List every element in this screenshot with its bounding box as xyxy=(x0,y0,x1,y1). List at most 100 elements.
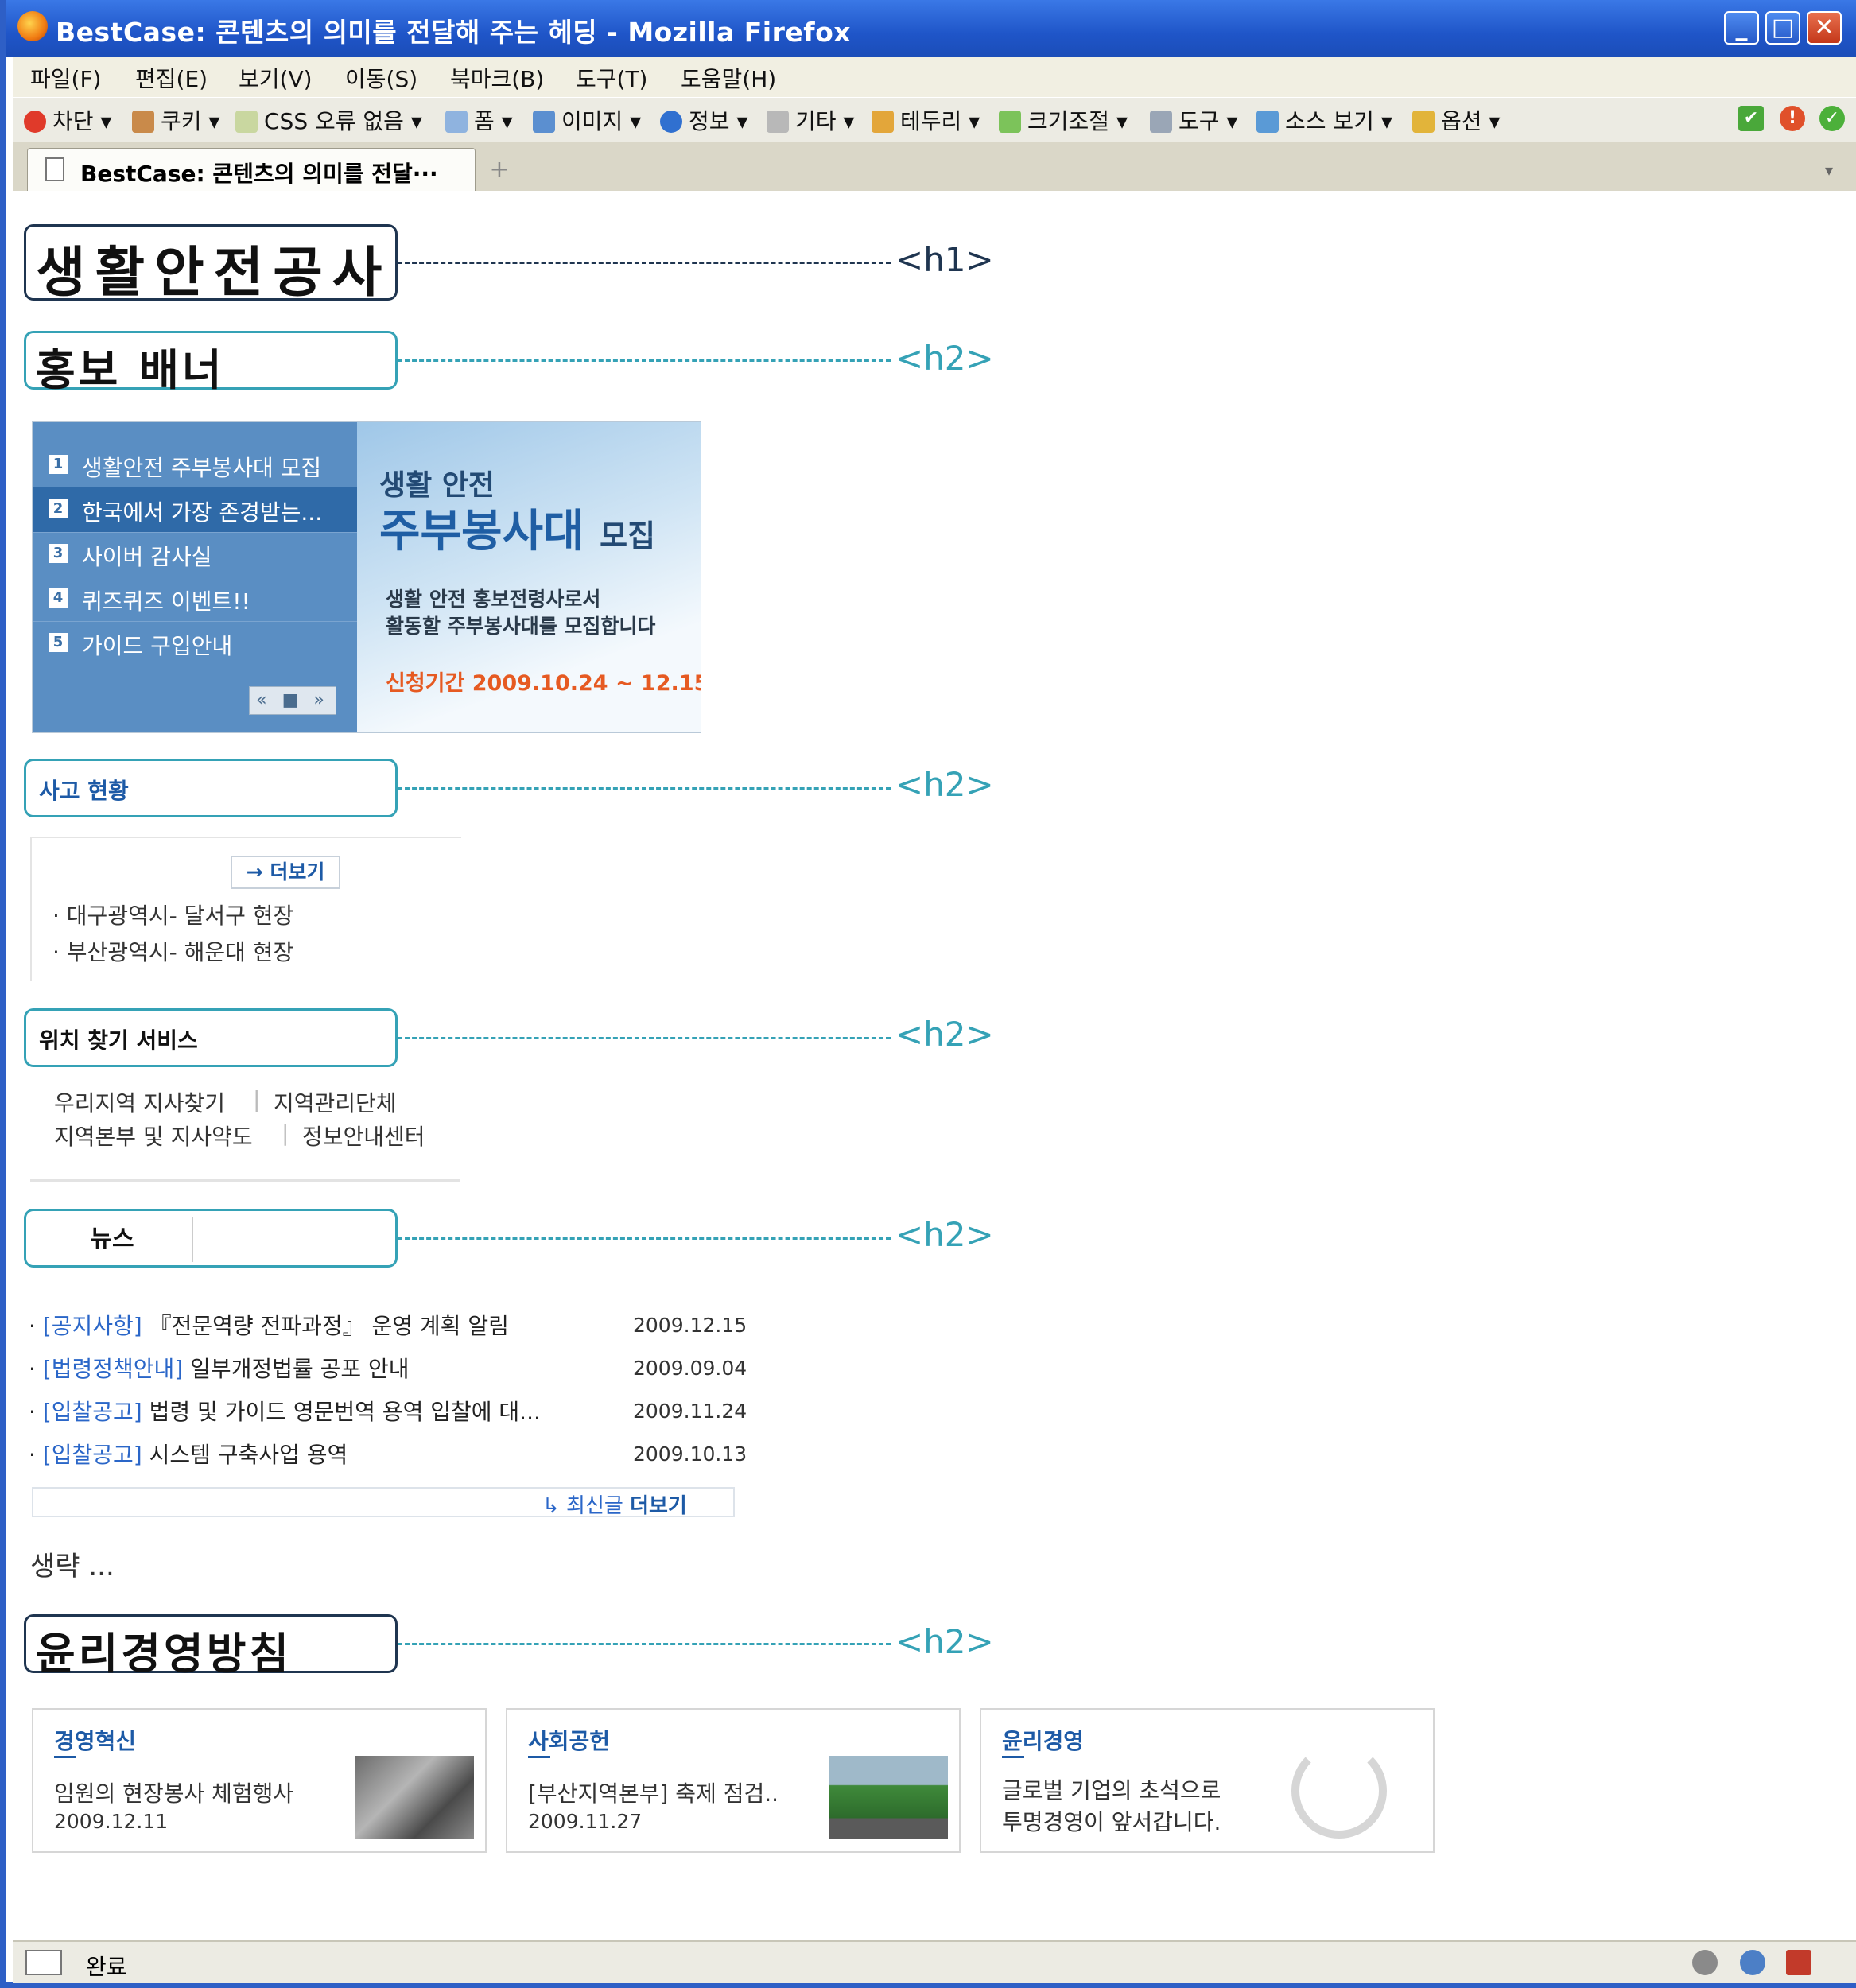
news-title: 시스템 구축사업 용역 xyxy=(149,1442,348,1468)
accident-item[interactable]: · 부산광역시- 해운대 현장 xyxy=(52,935,293,967)
card-text: [부산지역본부] 축제 점검.. xyxy=(528,1780,779,1807)
accident-more-button[interactable]: → 더보기 xyxy=(231,856,340,889)
news-date: 2009.09.04 xyxy=(633,1357,747,1380)
toolbar-resize[interactable]: 크기조절 ▾ xyxy=(999,104,1128,136)
news-date: 2009.10.13 xyxy=(633,1442,747,1466)
new-tab-button[interactable]: + xyxy=(480,153,518,188)
location-link-info-center[interactable]: 정보안내센터 xyxy=(302,1120,425,1151)
h2-box-ethics: 윤리경영방침 xyxy=(24,1614,398,1679)
news-title: 일부개정법률 공포 안내 xyxy=(190,1356,410,1382)
omitted-note: 생략 ... xyxy=(30,1551,115,1582)
minimize-icon: _ xyxy=(1735,14,1748,41)
toolbar-tools-label: 도구 ▾ xyxy=(1178,108,1238,134)
monitor-icon[interactable] xyxy=(1786,1950,1811,1975)
addon-icon[interactable] xyxy=(1692,1950,1718,1975)
accident-item[interactable]: · 대구광역시- 달서구 현장 xyxy=(52,899,293,930)
banner-item-number: 2 xyxy=(49,499,68,518)
ethics-card-social[interactable]: 사회공헌 [부산지역본부] 축제 점검.. 2009.11.27 xyxy=(506,1708,961,1853)
card-title: 윤리경영 xyxy=(1002,1728,1085,1754)
globe-icon[interactable] xyxy=(1740,1950,1765,1975)
toolbar-information[interactable]: 정보 ▾ xyxy=(660,104,747,136)
news-tab[interactable]: 뉴스 xyxy=(33,1217,193,1262)
tab-list-button[interactable]: ▾ xyxy=(1811,153,1846,188)
location-link-region[interactable]: 지역관리단체 xyxy=(274,1086,397,1118)
location-links: 우리지역 지사찾기 | 지역관리단체 지역본부 및 지사약도 | 정보안내센터 xyxy=(30,1080,460,1182)
minimize-button[interactable]: _ xyxy=(1724,11,1759,45)
news-item[interactable]: · [입찰공고] 법령 및 가이드 영문번역 용역 입찰에 대... xyxy=(29,1395,541,1427)
toolbar-options-label: 옵션 ▾ xyxy=(1441,108,1501,134)
menu-go[interactable]: 이동(S) xyxy=(345,62,417,94)
check-icon[interactable]: ✔ xyxy=(1738,106,1764,131)
banner-visual[interactable]: 생활 안전 주부봉사대 모집 생활 안전 홍보전령사로서 활동할 주부봉사대를 모… xyxy=(357,422,701,732)
error-icon[interactable]: ! xyxy=(1780,106,1805,131)
toolbar-options[interactable]: 옵션 ▾ xyxy=(1412,104,1500,136)
ethics-card-ethics[interactable]: 윤리경영 글로벌 기업의 초석으로 투명경영이 앞서갑니다. xyxy=(980,1708,1435,1853)
menu-help[interactable]: 도움말(H) xyxy=(681,62,776,94)
news-item[interactable]: · [입찰공고] 시스템 구축사업 용역 xyxy=(29,1438,348,1470)
banner-item-label: 한국에서 가장 존경받는... xyxy=(82,499,323,526)
banner-item-label: 퀴즈퀴즈 이벤트!! xyxy=(82,588,250,615)
banner-item-2[interactable]: 2 한국에서 가장 존경받는... xyxy=(33,487,357,533)
menu-view[interactable]: 보기(V) xyxy=(239,62,313,94)
banner-controls[interactable]: « ■ » xyxy=(249,686,336,715)
close-button[interactable]: ✕ xyxy=(1807,11,1842,45)
toolbar-disable[interactable]: 차단 ▾ xyxy=(24,104,111,136)
banner-item-4[interactable]: 4 퀴즈퀴즈 이벤트!! xyxy=(33,577,357,622)
heading-ethics: 윤리경영방침 xyxy=(36,1629,293,1679)
tab-active[interactable]: BestCase: 콘텐츠의 의미를 전달··· xyxy=(27,148,476,192)
link-separator: | xyxy=(253,1086,261,1112)
status-bar: 완료 xyxy=(13,1940,1856,1983)
tab-label: BestCase: 콘텐츠의 의미를 전달··· xyxy=(80,161,438,187)
toolbar-miscellaneous[interactable]: 기타 ▾ xyxy=(767,104,854,136)
browser-window: BestCase: 콘텐츠의 의미를 전달해 주는 헤딩 - Mozilla F… xyxy=(0,0,1856,1988)
h1-connector xyxy=(398,262,891,264)
toolbar-css-label: CSS 오류 없음 ▾ xyxy=(264,108,422,134)
location-link-branch[interactable]: 우리지역 지사찾기 xyxy=(54,1086,225,1118)
location-link-map[interactable]: 지역본부 및 지사약도 xyxy=(54,1120,253,1151)
toolbar-tools[interactable]: 도구 ▾ xyxy=(1150,104,1237,136)
firefox-icon xyxy=(17,11,48,41)
banner-item-3[interactable]: 3 사이버 감사실 xyxy=(33,532,357,577)
toolbar-outline-label: 테두리 ▾ xyxy=(900,108,980,134)
toolbar-view-source[interactable]: 소스 보기 ▾ xyxy=(1256,104,1392,136)
news-item[interactable]: · [법령정책안내] 일부개정법률 공포 안내 xyxy=(29,1352,410,1384)
banner-item-number: 5 xyxy=(49,633,68,652)
menu-edit[interactable]: 편집(E) xyxy=(135,62,208,94)
toolbar-forms[interactable]: 폼 ▾ xyxy=(445,104,513,136)
menu-tools[interactable]: 도구(T) xyxy=(576,62,647,94)
ethics-card-innovation[interactable]: 경영혁신 임원의 현장봉사 체험행사 2009.12.11 xyxy=(32,1708,487,1853)
toolbar-css[interactable]: CSS 오류 없음 ▾ xyxy=(235,104,422,136)
accident-list: → 더보기 · 대구광역시- 달서구 현장 · 부산광역시- 해운대 현장 xyxy=(30,837,461,981)
news-item[interactable]: · [공지사항] 『전문역량 전파과정』 운영 계획 알림 xyxy=(29,1309,509,1341)
h1-box: 생활안전공사 xyxy=(24,224,398,305)
h1-tag-label: <h1> xyxy=(895,240,994,279)
card-text: 임원의 현장봉사 체험행사 xyxy=(54,1780,294,1807)
banner-item-5[interactable]: 5 가이드 구입안내 xyxy=(33,621,357,666)
h2-tag-label-banner: <h2> xyxy=(895,339,994,378)
h2-connector-accidents xyxy=(398,787,891,790)
toolbar-resize-label: 크기조절 ▾ xyxy=(1027,108,1128,134)
card-text-2: 투명경영이 앞서갑니다. xyxy=(1002,1809,1221,1835)
toolbar-images[interactable]: 이미지 ▾ xyxy=(533,104,641,136)
toolbar-cookies[interactable]: 쿠키 ▾ xyxy=(132,104,219,136)
image-icon xyxy=(533,111,555,133)
menu-bookmarks[interactable]: 북마크(B) xyxy=(450,62,544,94)
banner-item-1[interactable]: 1 생활안전 주부봉사대 모집 xyxy=(33,443,357,488)
maximize-button[interactable]: □ xyxy=(1765,11,1800,45)
valid-icon[interactable]: ✓ xyxy=(1819,106,1845,131)
banner-desc-line1: 생활 안전 홍보전령사로서 xyxy=(386,588,601,611)
news-more-prefix: ↳ 최신글 xyxy=(542,1494,623,1518)
laurel-icon xyxy=(1291,1743,1387,1839)
news-more-text: ↳ 최신글 더보기 xyxy=(542,1489,687,1519)
maximize-icon: □ xyxy=(1771,14,1795,41)
toolbar-cookies-label: 쿠키 ▾ xyxy=(161,108,220,134)
menu-file[interactable]: 파일(F) xyxy=(30,62,101,94)
news-category: [공지사항] xyxy=(42,1313,142,1339)
card-title: 사회공헌 xyxy=(528,1728,611,1754)
card-text: 글로벌 기업의 초석으로 xyxy=(1002,1777,1221,1804)
toolbar-outline[interactable]: 테두리 ▾ xyxy=(872,104,980,136)
toolbar-information-label: 정보 ▾ xyxy=(689,108,748,134)
toolbar-miscellaneous-label: 기타 ▾ xyxy=(795,108,855,134)
news-more-link[interactable]: ↳ 최신글 더보기 xyxy=(32,1487,735,1519)
info-icon xyxy=(660,111,682,133)
